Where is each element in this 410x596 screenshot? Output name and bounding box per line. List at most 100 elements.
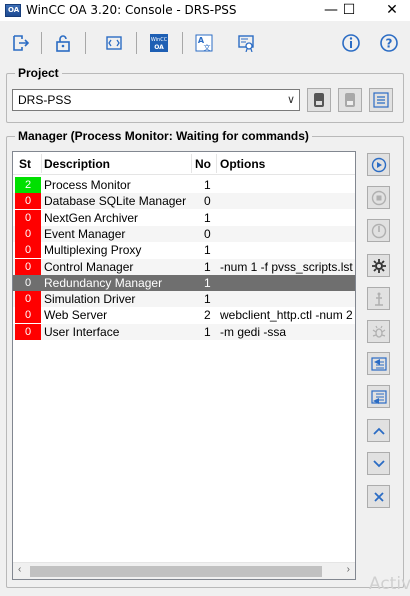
manager-group-title: Manager (Process Monitor: Waiting for co… — [15, 129, 312, 143]
project-db-button[interactable] — [307, 88, 331, 112]
insert-icon — [370, 356, 387, 371]
table-row[interactable]: 2 Process Monitor 1 — [13, 177, 355, 193]
number-cell: 2 — [204, 308, 211, 323]
move-up-icon — [372, 427, 385, 435]
description-cell: Database SQLite Manager — [44, 194, 187, 209]
start-manager-button[interactable] — [367, 153, 390, 176]
description-cell: Web Server — [44, 308, 108, 323]
project-select-value: DRS-PSS — [18, 93, 72, 107]
remove-manager-button[interactable] — [367, 485, 390, 508]
stop-manager-button[interactable] — [367, 186, 390, 209]
description-cell: Control Manager — [44, 259, 134, 274]
table-row[interactable]: 0 User Interface 1 -m gedi -ssa — [13, 323, 355, 340]
table-row[interactable]: 0 Multiplexing Proxy 1 — [13, 242, 355, 259]
start-icon — [371, 157, 386, 172]
stop-icon — [371, 190, 386, 205]
app-icon — [5, 4, 21, 17]
settings-icon — [371, 258, 386, 273]
move-up-button[interactable] — [367, 419, 390, 442]
status-cell: 0 — [15, 307, 41, 324]
chevron-down-icon: ∨ — [286, 94, 295, 106]
number-cell: 0 — [204, 226, 211, 241]
table-row[interactable]: 0 Web Server 2 webclient_http.ctl -num 2 — [13, 307, 355, 324]
column-options[interactable]: Options — [220, 157, 265, 171]
list-details-icon — [373, 92, 389, 108]
toolbar: WinCC OA A文 ? — [0, 26, 410, 60]
table-row[interactable]: 0 Simulation Driver 1 — [13, 291, 355, 308]
number-cell: 1 — [204, 210, 211, 225]
maximize-button[interactable]: ☐ — [331, 0, 367, 21]
title-bar: WinCC OA 3.20: Console - DRS-PSS — ☐ ✕ — [0, 0, 410, 21]
wincc-oa-icon[interactable]: WinCC OA — [146, 30, 172, 56]
options-cell: -num 1 -f pvss_scripts.lst — [220, 259, 353, 274]
description-cell: Redundancy Manager — [44, 275, 163, 290]
status-cell: 2 — [15, 177, 41, 193]
column-no[interactable]: No — [195, 157, 211, 171]
number-cell: 0 — [204, 194, 211, 209]
svg-text:OA: OA — [154, 44, 164, 51]
scrollbar-thumb[interactable] — [30, 566, 322, 577]
list-header: St Description No Options — [13, 152, 355, 175]
log-viewer-icon[interactable] — [101, 30, 127, 56]
description-cell: Multiplexing Proxy — [44, 243, 142, 258]
table-row[interactable]: 0 Database SQLite Manager 0 — [13, 193, 355, 210]
table-row[interactable]: 0 NextGen Archiver 1 — [13, 209, 355, 226]
column-st[interactable]: St — [19, 157, 31, 171]
description-cell: Process Monitor — [44, 178, 131, 192]
debug-button[interactable] — [367, 287, 390, 310]
table-row[interactable]: 0 Control Manager 1 -num 1 -f pvss_scripts.… — [13, 258, 355, 275]
move-down-button[interactable] — [367, 452, 390, 475]
manager-list[interactable]: St Description No Options 2 Process Monit… — [12, 151, 356, 580]
scroll-right-icon[interactable]: › — [347, 564, 350, 575]
status-cell: 0 — [15, 193, 41, 210]
database-icon — [314, 93, 324, 107]
database-disabled-icon — [345, 93, 355, 107]
status-cell: 0 — [15, 209, 41, 226]
svg-text:?: ? — [386, 37, 393, 51]
status-cell: 0 — [15, 323, 41, 340]
exit-icon[interactable] — [8, 30, 34, 56]
horizontal-scrollbar[interactable]: ‹ › — [13, 562, 355, 579]
description-cell: User Interface — [44, 324, 120, 339]
insert-manager-button[interactable] — [367, 352, 390, 375]
svg-text:文: 文 — [204, 43, 211, 52]
debug-flags-button[interactable] — [367, 320, 390, 343]
options-cell: webclient_http.ctl -num 2 — [220, 308, 353, 323]
status-cell: 0 — [15, 291, 41, 308]
info-icon[interactable] — [338, 30, 364, 56]
remove-icon — [373, 491, 384, 502]
project-details-button[interactable] — [369, 88, 393, 112]
language-icon[interactable]: A文 — [191, 30, 217, 56]
lock-icon[interactable] — [50, 30, 76, 56]
number-cell: 1 — [204, 292, 211, 307]
scroll-left-icon[interactable]: ‹ — [18, 564, 21, 575]
options-cell: -m gedi -ssa — [220, 324, 287, 339]
status-cell: 0 — [15, 225, 41, 242]
table-row[interactable]: 0 Redundancy Manager 1 — [13, 274, 355, 291]
description-cell: Simulation Driver — [44, 292, 136, 307]
kill-icon — [371, 223, 386, 238]
window-title: WinCC OA 3.20: Console - DRS-PSS — [26, 3, 237, 17]
debug-icon — [374, 292, 383, 306]
activation-watermark: Activ — [369, 574, 410, 594]
project-db-disabled-button[interactable] — [338, 88, 362, 112]
number-cell: 1 — [204, 243, 211, 258]
description-cell: NextGen Archiver — [44, 210, 139, 225]
column-description[interactable]: Description — [44, 157, 110, 171]
close-button[interactable]: ✕ — [374, 0, 410, 21]
move-down-icon — [372, 459, 385, 467]
status-cell: 0 — [15, 242, 41, 259]
description-cell: Event Manager — [44, 226, 126, 241]
table-row[interactable]: 0 Event Manager 0 — [13, 225, 355, 242]
svg-text:WinCC: WinCC — [151, 37, 168, 43]
manager-settings-button[interactable] — [367, 254, 390, 277]
project-group-title: Project — [15, 66, 62, 80]
help-icon[interactable]: ? — [376, 30, 402, 56]
certificate-icon[interactable] — [233, 30, 259, 56]
project-select[interactable]: DRS-PSS ∨ — [12, 89, 300, 111]
status-cell: 0 — [24, 276, 32, 289]
kill-manager-button[interactable] — [367, 219, 390, 242]
append-manager-button[interactable] — [367, 385, 390, 408]
number-cell: 1 — [204, 259, 211, 274]
number-cell: 1 — [204, 324, 211, 339]
